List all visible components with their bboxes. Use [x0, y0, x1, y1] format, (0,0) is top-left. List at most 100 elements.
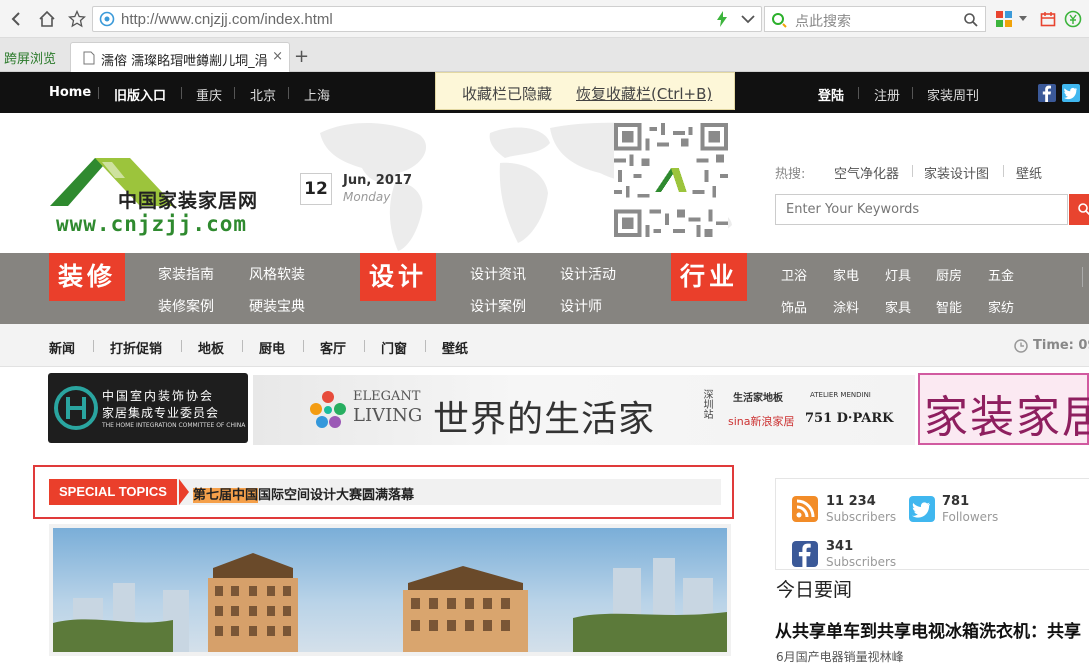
cat-link-textile[interactable]: 家纺 — [988, 297, 1014, 316]
close-tab-icon[interactable]: × — [272, 49, 283, 64]
cat-link-hard[interactable]: 硬装宝典 — [249, 296, 305, 316]
url-text[interactable]: http://www.cnjzjj.com/index.html — [121, 11, 333, 28]
cat-link-lighting[interactable]: 灯具 — [885, 265, 911, 284]
register-link[interactable]: 注册 — [874, 85, 900, 104]
subnav-doors-windows[interactable]: 门窗 — [381, 338, 407, 357]
association-banner[interactable]: 中国室内装饰协会 家居集成专业委员会 THE HOME INTEGRATION … — [48, 373, 248, 443]
divider — [1003, 165, 1004, 177]
rss-icon[interactable] — [792, 496, 818, 522]
cat-link-paint[interactable]: 涂料 — [833, 297, 859, 316]
subnav-promotions[interactable]: 打折促销 — [110, 338, 162, 357]
lightning-icon[interactable] — [715, 11, 729, 27]
subnav-kitchen-appliance[interactable]: 厨电 — [259, 338, 285, 357]
cat-link-smart[interactable]: 智能 — [936, 297, 962, 316]
restore-favorites-link[interactable]: 恢复收藏栏(Ctrl+B) — [576, 83, 712, 104]
label-arrow — [179, 479, 189, 505]
divider — [1082, 267, 1083, 287]
facebook-icon[interactable] — [792, 541, 818, 567]
calendar-icon[interactable] — [1040, 11, 1056, 27]
twitter-count: 781 — [942, 494, 970, 509]
divider — [93, 340, 94, 352]
cat-link-designer[interactable]: 设计师 — [560, 296, 602, 316]
search-placeholder[interactable]: 点此搜索 — [795, 11, 851, 31]
home-button[interactable] — [34, 6, 60, 32]
twitter-followers-label: Followers — [942, 510, 999, 524]
divider — [303, 340, 304, 352]
cat-link-design-news[interactable]: 设计资讯 — [470, 264, 526, 284]
banner-slogan: 世界的生活家 — [433, 399, 656, 440]
bookmark-button[interactable] — [64, 6, 90, 32]
browser-search-bar[interactable]: 点此搜索 — [764, 6, 986, 32]
twitter-icon[interactable] — [1062, 84, 1080, 102]
committee-name: 家居集成专业委员会 — [102, 406, 220, 420]
site-logo[interactable]: 中国家装家居网 www.cnjzjj.com — [50, 148, 290, 238]
cat-link-cases[interactable]: 装修案例 — [158, 296, 214, 316]
elegant-text: ELEGANT — [353, 389, 421, 404]
keyword-search-button[interactable] — [1069, 194, 1089, 225]
cat-link-furniture[interactable]: 家具 — [885, 297, 911, 316]
category-industry[interactable]: 行业 — [671, 253, 747, 301]
keyword-search-input[interactable] — [775, 194, 1068, 225]
date-month-year: Jun, 2017 — [343, 173, 412, 188]
subnav-news[interactable]: 新闻 — [49, 338, 75, 357]
logo-chinese-name: 中国家装家居网 — [118, 190, 259, 212]
split-browse-button[interactable]: 跨屏浏览 — [0, 44, 62, 70]
living-text: LIVING — [353, 405, 423, 426]
cat-link-design-cases[interactable]: 设计案例 — [470, 296, 526, 316]
category-decoration[interactable]: 装修 — [49, 253, 125, 301]
search-icon[interactable] — [963, 12, 979, 28]
cat-link-soft[interactable]: 风格软装 — [249, 264, 305, 284]
subnav-living-room[interactable]: 客厅 — [320, 338, 346, 357]
subnav-flooring[interactable]: 地板 — [198, 338, 224, 357]
today-subline[interactable]: 6月国产电器销量视林峰 — [776, 648, 904, 665]
hot-item-design[interactable]: 家装设计图 — [924, 163, 989, 182]
sub-navigation: 新闻 打折促销 地板 厨电 客厅 门窗 壁纸 Time: 09 — [0, 324, 1089, 367]
nav-home[interactable]: Home — [49, 85, 91, 100]
special-topic-headline[interactable]: 第七届中国国际空间设计大赛圆满落幕 — [193, 484, 414, 503]
address-bar[interactable]: http://www.cnjzjj.com/index.html — [92, 6, 762, 32]
globe-icon — [99, 11, 115, 27]
cat-link-appliance[interactable]: 家电 — [833, 265, 859, 284]
headline-highlight: 第七届中国 — [193, 488, 259, 503]
divider — [858, 87, 859, 99]
brand-atelier: ATELIER MENDINI — [810, 391, 871, 399]
cat-link-design-events[interactable]: 设计活动 — [560, 264, 616, 284]
cat-link-guide[interactable]: 家装指南 — [158, 264, 214, 284]
divider — [242, 340, 243, 352]
new-tab-button[interactable]: + — [294, 46, 309, 67]
nav-city-shanghai[interactable]: 上海 — [304, 85, 330, 104]
facebook-icon[interactable] — [1038, 84, 1056, 102]
login-link[interactable]: 登陆 — [818, 85, 844, 104]
association-emblem-icon — [54, 386, 98, 430]
active-tab[interactable]: 濡傛 濡璨眳瑁呭鐏剬儿垌_涓 × — [70, 42, 290, 72]
home-decor-banner[interactable]: 家装家居 — [918, 373, 1089, 445]
nav-city-chongqing[interactable]: 重庆 — [196, 85, 222, 104]
nav-old-entry[interactable]: 旧版入口 — [114, 85, 166, 104]
cat-link-kitchen[interactable]: 厨房 — [936, 265, 962, 284]
date-weekday: Monday — [343, 190, 391, 204]
hot-item-wallpaper[interactable]: 壁纸 — [1016, 163, 1042, 182]
today-headline[interactable]: 从共享单车到共享电视冰箱洗衣机：共享 — [775, 617, 1081, 642]
back-button[interactable] — [4, 6, 30, 32]
time-label: Time: 09 — [1033, 338, 1089, 353]
apps-icon[interactable] — [995, 10, 1013, 28]
ad-banner[interactable]: 中国室内装饰协会 家居集成专业委员会 THE HOME INTEGRATION … — [48, 373, 1089, 445]
currency-icon[interactable] — [1064, 10, 1082, 28]
cat-link-decor[interactable]: 饰品 — [781, 297, 807, 316]
category-design[interactable]: 设计 — [360, 253, 436, 301]
chevron-down-icon[interactable] — [741, 14, 755, 24]
feature-image[interactable] — [49, 524, 731, 656]
living-banner[interactable]: ELEGANT LIVING 世界的生活家 深圳站 生活家地板 sina新浪家居… — [253, 375, 915, 445]
rss-count: 11 234 — [826, 494, 876, 509]
search-engine-icon — [772, 13, 787, 28]
weekly-link[interactable]: 家装周刊 — [927, 85, 979, 104]
cat-link-hardware[interactable]: 五金 — [988, 265, 1014, 284]
nav-city-beijing[interactable]: 北京 — [250, 85, 276, 104]
subnav-wallpaper[interactable]: 壁纸 — [442, 338, 468, 357]
headline-rest: 国际空间设计大赛圆满落幕 — [258, 488, 415, 503]
cat-link-bath[interactable]: 卫浴 — [781, 265, 807, 284]
apps-dropdown-icon[interactable] — [1018, 15, 1028, 23]
hot-item-air-purifier[interactable]: 空气净化器 — [834, 163, 899, 182]
rss-subscribers-label: Subscribers — [826, 510, 897, 524]
twitter-icon[interactable] — [909, 496, 935, 522]
